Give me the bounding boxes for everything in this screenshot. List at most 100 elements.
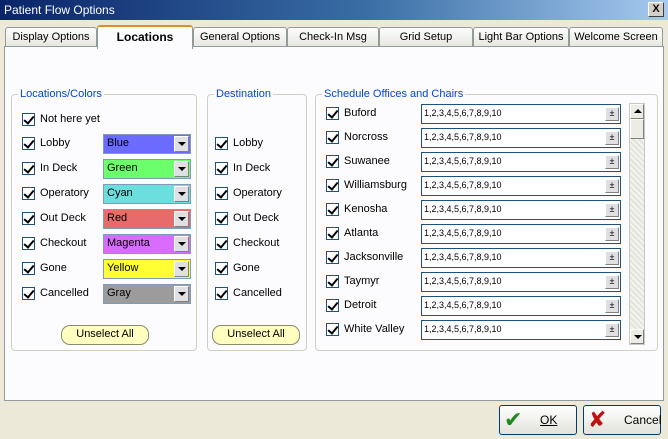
chairs-field[interactable]: 1,2,3,4,5,6,7,8,9,10 ± xyxy=(421,176,621,196)
chairs-value: 1,2,3,4,5,6,7,8,9,10 xyxy=(424,204,502,214)
tab-check-in-msg[interactable]: Check-In Msg xyxy=(287,27,379,47)
destination-checkbox[interactable] xyxy=(215,162,228,175)
destination-row[interactable]: Operatory xyxy=(215,185,305,203)
chairs-value: 1,2,3,4,5,6,7,8,9,10 xyxy=(424,156,502,166)
plus-minus-icon[interactable]: ± xyxy=(605,155,619,169)
office-checkbox[interactable] xyxy=(326,155,339,168)
color-dropdown[interactable]: Magenta xyxy=(103,234,191,254)
office-row[interactable]: Jacksonville xyxy=(326,249,416,267)
plus-minus-icon[interactable]: ± xyxy=(605,323,619,337)
office-checkbox[interactable] xyxy=(326,131,339,144)
chairs-field[interactable]: 1,2,3,4,5,6,7,8,9,10 ± xyxy=(421,224,621,244)
destination-checkbox[interactable] xyxy=(215,212,228,225)
unselect-all-locations-button[interactable]: Unselect All xyxy=(61,325,149,345)
cancel-button[interactable]: ✘ Cancel xyxy=(583,405,661,435)
scroll-up-icon[interactable] xyxy=(630,104,644,119)
office-checkbox[interactable] xyxy=(326,203,339,216)
close-button[interactable]: X xyxy=(648,2,664,17)
office-row[interactable]: Williamsburg xyxy=(326,177,416,195)
destination-checkbox[interactable] xyxy=(215,137,228,150)
office-row[interactable]: Taymyr xyxy=(326,273,416,291)
office-checkbox[interactable] xyxy=(326,179,339,192)
chairs-field[interactable]: 1,2,3,4,5,6,7,8,9,10 ± xyxy=(421,200,621,220)
ok-button[interactable]: ✔ OK xyxy=(499,405,577,435)
office-checkbox[interactable] xyxy=(326,107,339,120)
office-row[interactable]: Buford xyxy=(326,105,416,123)
chairs-field[interactable]: 1,2,3,4,5,6,7,8,9,10 ± xyxy=(421,272,621,292)
plus-minus-icon[interactable]: ± xyxy=(605,275,619,289)
chevron-down-icon[interactable] xyxy=(174,161,189,177)
color-dropdown[interactable]: Cyan xyxy=(103,184,191,204)
scroll-thumb[interactable] xyxy=(630,119,644,139)
destination-checkbox[interactable] xyxy=(215,287,228,300)
offices-scrollbar[interactable] xyxy=(629,103,645,345)
color-dropdown[interactable]: Blue xyxy=(103,134,191,154)
plus-minus-icon[interactable]: ± xyxy=(605,299,619,313)
chevron-down-icon[interactable] xyxy=(174,186,189,202)
plus-minus-icon[interactable]: ± xyxy=(605,203,619,217)
color-dropdown[interactable]: Red xyxy=(103,209,191,229)
office-row[interactable]: Kenosha xyxy=(326,201,416,219)
destination-row[interactable]: Checkout xyxy=(215,235,305,253)
location-checkbox[interactable] xyxy=(22,212,35,225)
plus-minus-icon[interactable]: ± xyxy=(605,179,619,193)
office-row[interactable]: Norcross xyxy=(326,129,416,147)
not-here-yet-checkbox[interactable] xyxy=(22,113,35,126)
check-icon: ✔ xyxy=(504,407,523,432)
destination-row[interactable]: Cancelled xyxy=(215,285,305,303)
chairs-field[interactable]: 1,2,3,4,5,6,7,8,9,10 ± xyxy=(421,320,621,340)
color-dropdown[interactable]: Gray xyxy=(103,284,191,304)
color-dropdown-value: Yellow xyxy=(107,262,139,274)
chevron-down-icon[interactable] xyxy=(174,211,189,227)
office-checkbox[interactable] xyxy=(326,227,339,240)
chairs-field[interactable]: 1,2,3,4,5,6,7,8,9,10 ± xyxy=(421,104,621,124)
chairs-field[interactable]: 1,2,3,4,5,6,7,8,9,10 ± xyxy=(421,128,621,148)
tab-locations[interactable]: Locations xyxy=(97,25,193,49)
tab-general-options[interactable]: General Options xyxy=(193,27,287,47)
destination-row[interactable]: In Deck xyxy=(215,160,305,178)
color-dropdown[interactable]: Green xyxy=(103,159,191,179)
chairs-field[interactable]: 1,2,3,4,5,6,7,8,9,10 ± xyxy=(421,152,621,172)
scroll-down-icon[interactable] xyxy=(630,329,644,344)
office-checkbox[interactable] xyxy=(326,299,339,312)
office-row[interactable]: Detroit xyxy=(326,297,416,315)
office-checkbox[interactable] xyxy=(326,251,339,264)
office-row[interactable]: Suwanee xyxy=(326,153,416,171)
destination-row[interactable]: Gone xyxy=(215,260,305,278)
chevron-down-icon[interactable] xyxy=(174,261,189,277)
chevron-down-icon[interactable] xyxy=(174,136,189,152)
tab-display-options[interactable]: Display Options xyxy=(5,27,97,47)
tab-grid-setup[interactable]: Grid Setup xyxy=(379,27,473,47)
location-checkbox[interactable] xyxy=(22,137,35,150)
location-checkbox[interactable] xyxy=(22,262,35,275)
plus-minus-icon[interactable]: ± xyxy=(605,131,619,145)
destination-label: Checkout xyxy=(233,237,280,249)
destination-checkbox[interactable] xyxy=(215,262,228,275)
plus-minus-icon[interactable]: ± xyxy=(605,251,619,265)
office-checkbox[interactable] xyxy=(326,275,339,288)
destination-row[interactable]: Lobby xyxy=(215,135,305,153)
destination-checkbox[interactable] xyxy=(215,237,228,250)
unselect-all-destination-button[interactable]: Unselect All xyxy=(212,325,300,345)
color-dropdown[interactable]: Yellow xyxy=(103,259,191,279)
location-checkbox[interactable] xyxy=(22,237,35,250)
plus-minus-icon[interactable]: ± xyxy=(605,107,619,121)
chairs-field[interactable]: 1,2,3,4,5,6,7,8,9,10 ± xyxy=(421,248,621,268)
plus-minus-icon[interactable]: ± xyxy=(605,227,619,241)
location-checkbox[interactable] xyxy=(22,162,35,175)
location-checkbox[interactable] xyxy=(22,187,35,200)
tab-light-bar-options[interactable]: Light Bar Options xyxy=(473,27,569,47)
chairs-value: 1,2,3,4,5,6,7,8,9,10 xyxy=(424,132,502,142)
chevron-down-icon[interactable] xyxy=(174,286,189,302)
office-checkbox[interactable] xyxy=(326,323,339,336)
destination-checkbox[interactable] xyxy=(215,187,228,200)
office-row[interactable]: White Valley xyxy=(326,321,416,339)
chevron-down-icon[interactable] xyxy=(174,236,189,252)
destination-row[interactable]: Out Deck xyxy=(215,210,305,228)
tab-welcome-screen[interactable]: Welcome Screen xyxy=(569,27,663,47)
not-here-yet-row[interactable]: Not here yet xyxy=(22,111,192,129)
office-row[interactable]: Atlanta xyxy=(326,225,416,243)
location-checkbox[interactable] xyxy=(22,287,35,300)
destination-label: In Deck xyxy=(233,162,271,174)
chairs-field[interactable]: 1,2,3,4,5,6,7,8,9,10 ± xyxy=(421,296,621,316)
